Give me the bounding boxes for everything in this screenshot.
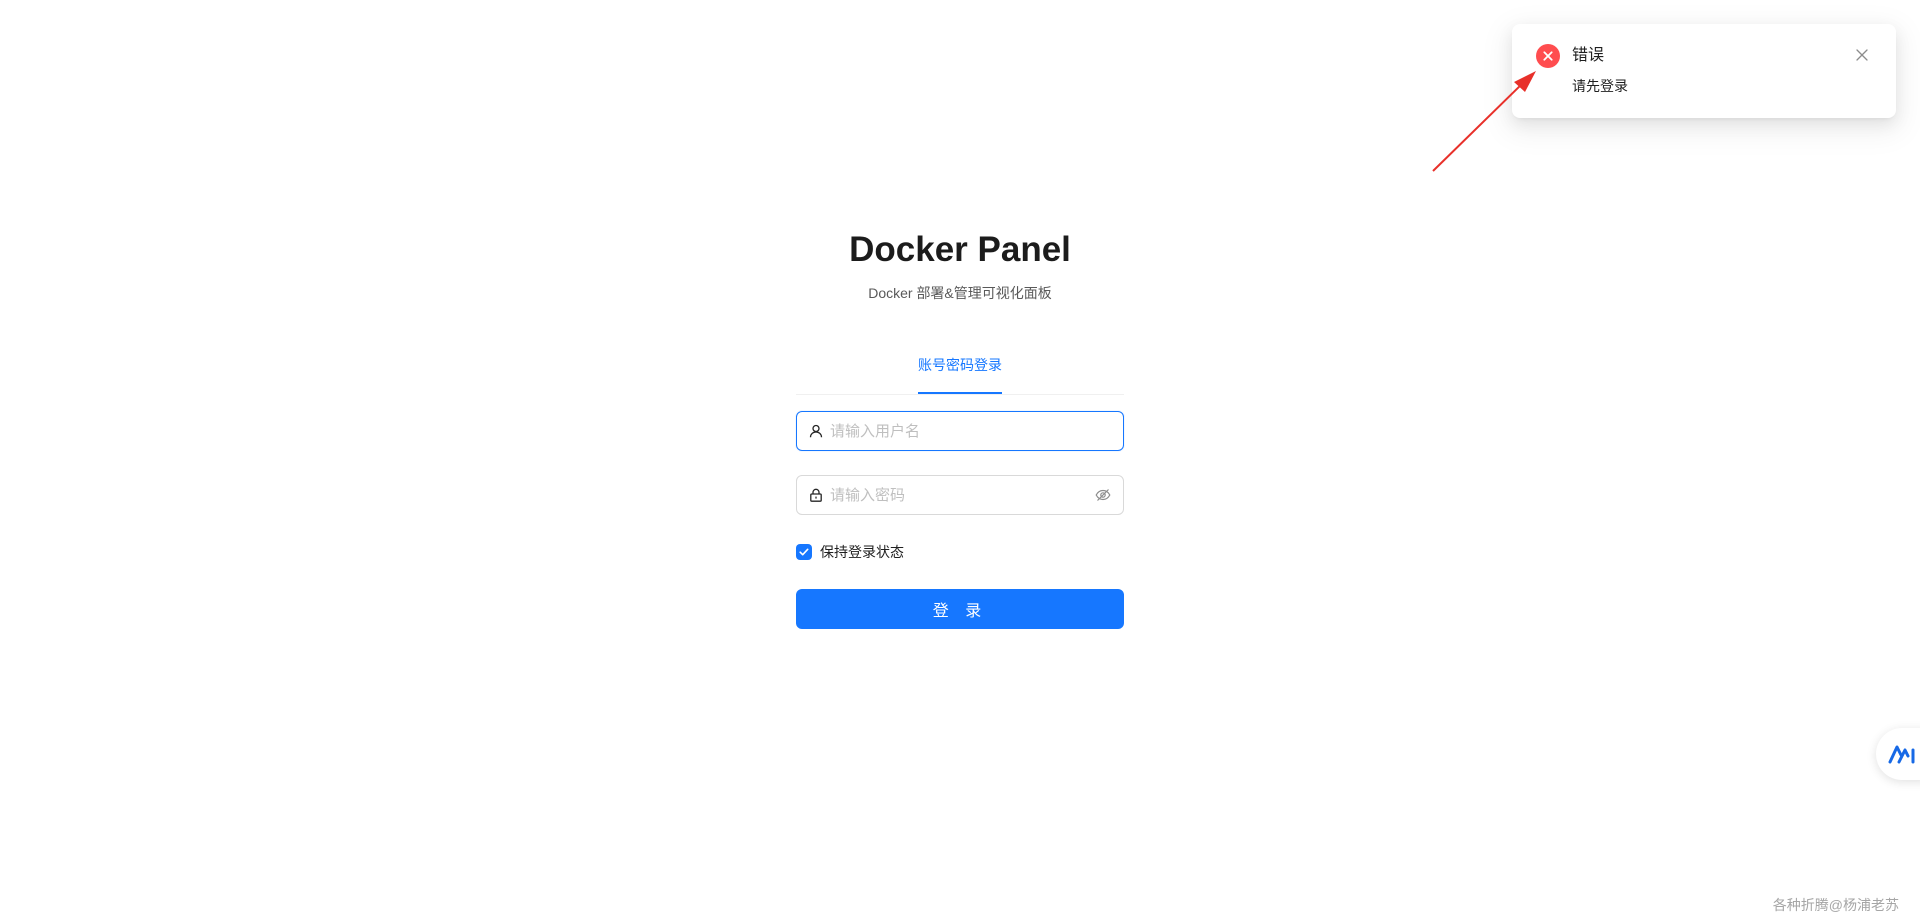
close-circle-icon bbox=[1536, 44, 1560, 68]
tab-account-password[interactable]: 账号密码登录 bbox=[918, 350, 1002, 394]
notification-title: 错误 bbox=[1572, 47, 1605, 64]
floating-assistant-button[interactable] bbox=[1876, 728, 1920, 780]
login-page: Docker Panel Docker 部署&管理可视化面板 账号密码登录 请输… bbox=[0, 0, 1920, 919]
lock-icon bbox=[808, 487, 824, 503]
eye-invisible-icon[interactable] bbox=[1094, 486, 1112, 504]
password-input[interactable] bbox=[830, 476, 1094, 514]
error-notification: 错误 请先登录 bbox=[1512, 24, 1896, 118]
notification-message: 请先登录 bbox=[1572, 78, 1628, 94]
login-button[interactable]: 登 录 bbox=[796, 589, 1124, 629]
assistant-logo-icon bbox=[1888, 745, 1915, 764]
remember-checkbox[interactable] bbox=[796, 544, 812, 560]
remember-label[interactable]: 保持登录状态 bbox=[820, 542, 904, 562]
checkmark-icon bbox=[799, 548, 809, 556]
app-subtitle: Docker 部署&管理可视化面板 bbox=[868, 285, 1052, 301]
user-icon bbox=[808, 423, 824, 439]
login-form: Docker Panel Docker 部署&管理可视化面板 账号密码登录 请输… bbox=[796, 226, 1124, 629]
close-icon[interactable] bbox=[1852, 45, 1872, 65]
remember-me: 保持登录状态 bbox=[796, 541, 1124, 563]
app-title: Docker Panel bbox=[849, 230, 1071, 269]
username-field[interactable] bbox=[796, 411, 1124, 451]
username-input[interactable] bbox=[830, 412, 1123, 450]
password-field[interactable] bbox=[796, 475, 1124, 515]
watermark: 各种折腾@杨浦老苏 bbox=[1772, 897, 1899, 913]
login-tabs: 账号密码登录 bbox=[796, 350, 1124, 395]
